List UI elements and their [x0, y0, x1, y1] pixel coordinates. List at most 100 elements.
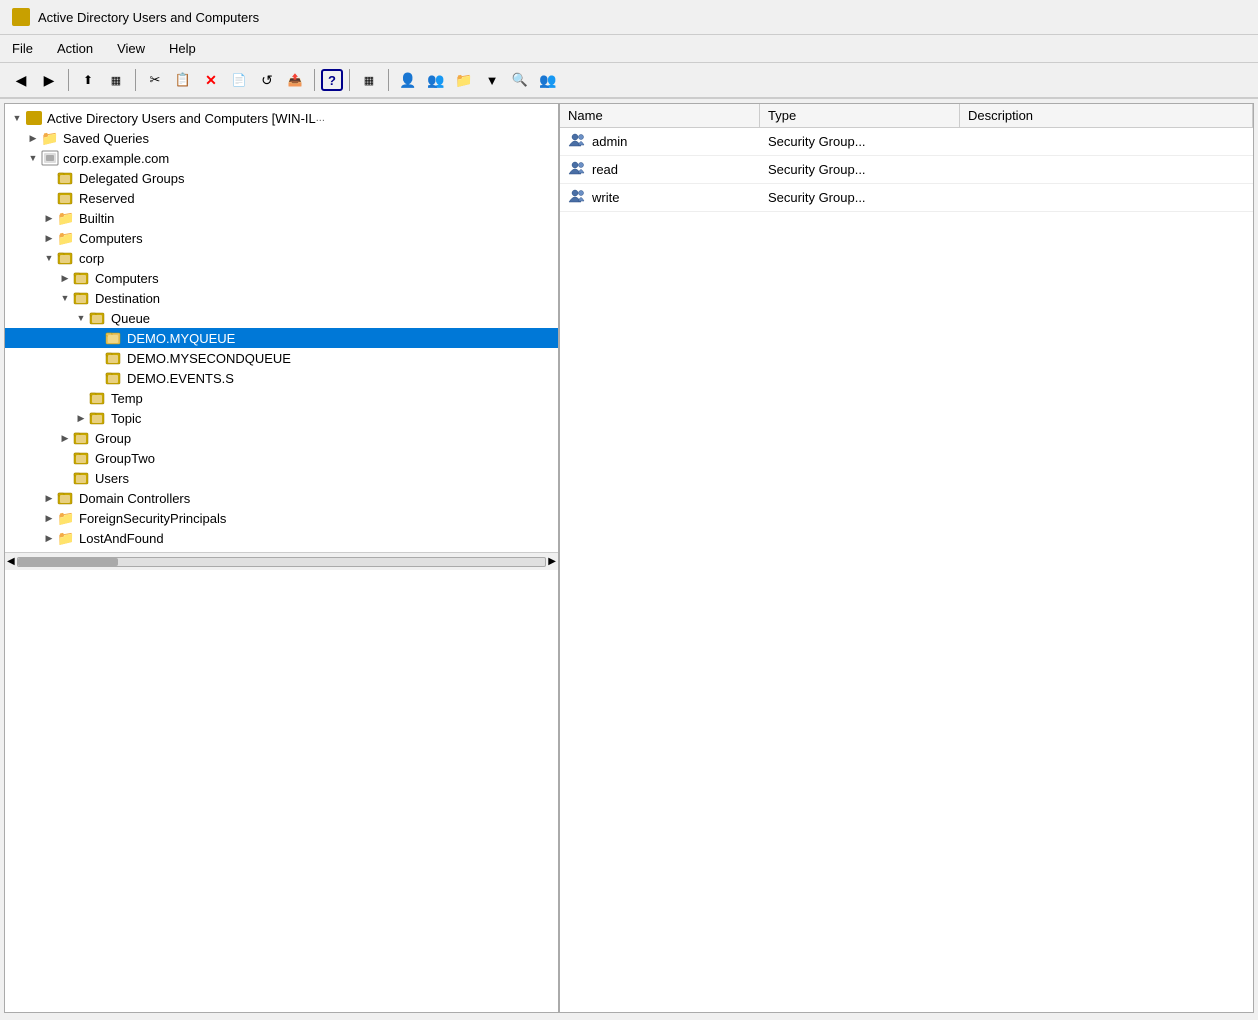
- tree-queue[interactable]: ▼ Queue: [5, 308, 558, 328]
- read-desc-cell: [960, 156, 1253, 183]
- builtin-expander[interactable]: ▶: [41, 210, 57, 226]
- trust-button[interactable]: 👥: [535, 67, 561, 93]
- laf-expander[interactable]: ▶: [41, 530, 57, 546]
- demo-events-expander: [89, 370, 105, 386]
- destination-expander[interactable]: ▼: [57, 290, 73, 306]
- col-name[interactable]: Name: [560, 104, 760, 127]
- write-desc-cell: [960, 184, 1253, 211]
- copy-button[interactable]: 📋: [170, 67, 196, 93]
- tree-demo-myqueue[interactable]: DEMO.MYQUEUE: [5, 328, 558, 348]
- tree-builtin[interactable]: ▶ 📁 Builtin: [5, 208, 558, 228]
- menu-file[interactable]: File: [8, 39, 37, 58]
- computers-top-icon: 📁: [57, 230, 75, 246]
- properties-button[interactable]: 📄: [226, 67, 252, 93]
- scroll-right-btn[interactable]: ▶: [548, 556, 556, 567]
- menu-action[interactable]: Action: [53, 39, 97, 58]
- tree-computers-top[interactable]: ▶ 📁 Computers: [5, 228, 558, 248]
- scroll-thumb[interactable]: [18, 558, 118, 566]
- tree-destination[interactable]: ▼ Destination: [5, 288, 558, 308]
- list-item-read[interactable]: read Security Group...: [560, 156, 1253, 184]
- tree-temp[interactable]: Temp: [5, 388, 558, 408]
- forward-button[interactable]: ▶: [36, 67, 62, 93]
- tree-pane: ▼ Active Directory Users and Computers […: [5, 104, 560, 1012]
- topic-expander[interactable]: ▶: [73, 410, 89, 426]
- foreign-icon: 📁: [57, 510, 75, 526]
- group-button[interactable]: 👥: [423, 67, 449, 93]
- destination-label: Destination: [95, 291, 160, 306]
- tree-group-two[interactable]: GroupTwo: [5, 448, 558, 468]
- filter-button[interactable]: ▼: [479, 67, 505, 93]
- find-button[interactable]: 🔍: [507, 67, 533, 93]
- tree-lost-and-found[interactable]: ▶ 📁 LostAndFound: [5, 528, 558, 548]
- group-expander[interactable]: ▶: [57, 430, 73, 446]
- tree-users[interactable]: Users: [5, 468, 558, 488]
- root-expander[interactable]: ▼: [9, 110, 25, 126]
- col-description[interactable]: Description: [960, 104, 1253, 127]
- root-label: Active Directory Users and Computers [WI…: [47, 111, 316, 126]
- col-type[interactable]: Type: [760, 104, 960, 127]
- list-item-admin[interactable]: admin Security Group...: [560, 128, 1253, 156]
- tree-topic[interactable]: ▶ Topic: [5, 408, 558, 428]
- toolbar-sep-2: [135, 69, 136, 91]
- tree-root[interactable]: ▼ Active Directory Users and Computers […: [5, 108, 558, 128]
- toolbar: ◀ ▶ ⬆ ▦ ✂ 📋 ✕ 📄 ↺ 📤 ? ▦ 👤 👥 📁 ▼ 🔍 👥: [0, 63, 1258, 99]
- tree-delegated-groups[interactable]: Delegated Groups: [5, 168, 558, 188]
- cut-button[interactable]: ✂: [142, 67, 168, 93]
- export-button[interactable]: 📤: [282, 67, 308, 93]
- delegated-groups-icon: [57, 170, 75, 186]
- admin-type: Security Group...: [768, 134, 866, 149]
- domain-label: corp.example.com: [63, 151, 169, 166]
- computers-top-expander[interactable]: ▶: [41, 230, 57, 246]
- foreign-expander[interactable]: ▶: [41, 510, 57, 526]
- refresh-button[interactable]: ↺: [254, 67, 280, 93]
- read-icon: [568, 160, 586, 179]
- demo-events-icon: [105, 370, 123, 386]
- tree-group[interactable]: ▶ Group: [5, 428, 558, 448]
- tree-demo-mysecondqueue[interactable]: DEMO.MYSECONDQUEUE: [5, 348, 558, 368]
- demo-myqueue-icon: [105, 330, 123, 346]
- domain-icon: [41, 150, 59, 166]
- scroll-track[interactable]: [17, 557, 547, 567]
- demo-mysecondqueue-expander: [89, 350, 105, 366]
- folder-button[interactable]: 📁: [451, 67, 477, 93]
- dc-expander[interactable]: ▶: [41, 490, 57, 506]
- saved-queries-expander[interactable]: ▶: [25, 130, 41, 146]
- tree-demo-events[interactable]: DEMO.EVENTS.S: [5, 368, 558, 388]
- corp-computers-expander[interactable]: ▶: [57, 270, 73, 286]
- corp-ou-expander[interactable]: ▼: [41, 250, 57, 266]
- foreign-label: ForeignSecurityPrincipals: [79, 511, 226, 526]
- write-icon: [568, 188, 586, 207]
- list-item-write[interactable]: write Security Group...: [560, 184, 1253, 212]
- menu-view[interactable]: View: [113, 39, 149, 58]
- tree-foreign[interactable]: ▶ 📁 ForeignSecurityPrincipals: [5, 508, 558, 528]
- delegated-groups-expander: [41, 170, 57, 186]
- user-button[interactable]: 👤: [395, 67, 421, 93]
- builtin-icon: 📁: [57, 210, 75, 226]
- tree-corp-ou[interactable]: ▼ corp: [5, 248, 558, 268]
- left-pane-scrollbar[interactable]: ◀ ▶: [5, 552, 558, 570]
- delegate-button[interactable]: ▦: [356, 67, 382, 93]
- tree: ▼ Active Directory Users and Computers […: [5, 104, 558, 552]
- domain-expander[interactable]: ▼: [25, 150, 41, 166]
- tree-corp-computers[interactable]: ▶ Computers: [5, 268, 558, 288]
- admin-icon: [568, 132, 586, 151]
- write-name-cell: write: [560, 184, 760, 211]
- up-button[interactable]: ⬆: [75, 67, 101, 93]
- back-button[interactable]: ◀: [8, 67, 34, 93]
- admin-type-cell: Security Group...: [760, 128, 960, 155]
- tree-domain-controllers[interactable]: ▶ Domain Controllers: [5, 488, 558, 508]
- temp-expander: [73, 390, 89, 406]
- menu-help[interactable]: Help: [165, 39, 200, 58]
- scroll-left-btn[interactable]: ◀: [7, 556, 15, 567]
- tree-saved-queries[interactable]: ▶ 📁 Saved Queries: [5, 128, 558, 148]
- delegated-groups-label: Delegated Groups: [79, 171, 185, 186]
- read-type-cell: Security Group...: [760, 156, 960, 183]
- tree-domain[interactable]: ▼ corp.example.com: [5, 148, 558, 168]
- queue-expander[interactable]: ▼: [73, 310, 89, 326]
- show-standard-nodes-button[interactable]: ▦: [103, 67, 129, 93]
- delete-button[interactable]: ✕: [198, 67, 224, 93]
- topic-icon: [89, 410, 107, 426]
- help-button[interactable]: ?: [321, 69, 343, 91]
- corp-computers-label: Computers: [95, 271, 159, 286]
- tree-reserved[interactable]: Reserved: [5, 188, 558, 208]
